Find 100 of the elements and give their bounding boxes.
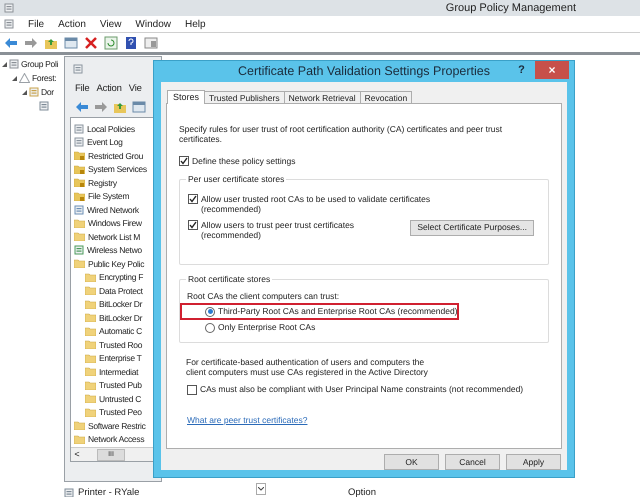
- panel-icon[interactable]: [64, 36, 78, 50]
- expand-arrow-icon[interactable]: [12, 76, 17, 80]
- menu-item[interactable]: Vie: [128, 82, 142, 96]
- checkbox-note: (recommended): [201, 230, 262, 240]
- delete-icon[interactable]: [84, 36, 98, 50]
- menu-item[interactable]: Help: [185, 16, 206, 32]
- policy-icon: [74, 124, 84, 134]
- radio-label: Only Enterprise Root CAs: [218, 321, 316, 334]
- tree-item[interactable]: Trusted Pub: [99, 381, 142, 390]
- menu-item[interactable]: View: [100, 16, 122, 32]
- tree-item[interactable]: Software Restric: [88, 422, 146, 430]
- close-button[interactable]: ×: [535, 61, 569, 79]
- locked-folder-icon: [74, 178, 85, 188]
- tree-item[interactable]: Network List M: [88, 232, 140, 241]
- folder-icon: [85, 354, 96, 363]
- select-purposes-button[interactable]: Select Certificate Purposes...: [410, 220, 534, 236]
- menu-item[interactable]: File: [75, 82, 90, 96]
- tab[interactable]: Stores: [167, 90, 206, 104]
- folder-icon: [85, 272, 96, 282]
- checkbox-label: Define these policy settings: [192, 155, 296, 168]
- list-item[interactable]: Printer - RYale: [78, 486, 140, 497]
- tree-item[interactable]: Registry: [88, 178, 117, 187]
- tree-item[interactable]: System Services: [88, 165, 147, 174]
- folder-icon: [85, 340, 96, 350]
- folder-icon: [74, 259, 85, 268]
- menu-item[interactable]: Action: [58, 16, 86, 32]
- folder-icon: [74, 434, 85, 444]
- tree-item[interactable]: File System: [88, 192, 130, 200]
- description-text: Specify rules for user trust of root certification authority (CA) certificates and peer trust certificates.: [179, 124, 504, 144]
- tab[interactable]: Network Retrieval: [284, 91, 361, 103]
- tree-item[interactable]: Windows Firew: [88, 219, 142, 228]
- dropdown-caret-icon[interactable]: [258, 487, 264, 491]
- scroll-left-button[interactable]: <: [71, 448, 83, 462]
- tab[interactable]: Trusted Publishers: [205, 91, 285, 103]
- tree-item[interactable]: Trusted Roo: [99, 340, 142, 349]
- tree-item[interactable]: Group Poli: [21, 58, 58, 70]
- tree-item[interactable]: Restricted Grou: [88, 152, 144, 160]
- tree-item[interactable]: Wireless Netwo: [87, 246, 142, 254]
- help-icon[interactable]: [124, 36, 138, 50]
- folder-icon: [85, 367, 96, 376]
- radio-group-prompt: Root CAs the client computers can trust:: [187, 290, 340, 302]
- tree-item[interactable]: Local Policies: [87, 124, 135, 133]
- tree-item[interactable]: Untrusted C: [99, 394, 142, 403]
- auth-text: For certificate-based authentication of users and computers the client computers must use CAs registered in the Active Directory: [186, 357, 429, 378]
- tree-item[interactable]: Encrypting F: [99, 273, 144, 282]
- window-title: Group Policy Management: [446, 0, 576, 16]
- tree-item[interactable]: BitLocker Dr: [99, 300, 142, 308]
- tree-item[interactable]: Public Key Polic: [88, 260, 144, 268]
- dialog-button[interactable]: Cancel: [445, 454, 500, 470]
- network-icon: [74, 204, 84, 215]
- policy-icon: [74, 137, 84, 148]
- back-arrow-icon[interactable]: [4, 36, 18, 50]
- radio-button[interactable]: [205, 306, 215, 317]
- panel-icon[interactable]: [132, 100, 146, 114]
- folder-icon: [85, 313, 96, 322]
- dialog-button[interactable]: OK: [384, 454, 439, 470]
- tree-item[interactable]: Automatic C: [99, 327, 142, 336]
- checkbox[interactable]: [188, 220, 198, 230]
- dialog-button[interactable]: Apply: [506, 454, 561, 470]
- refresh-icon[interactable]: [104, 36, 118, 50]
- checkbox-label: Allow user trusted root CAs to be used to validate certificates: [201, 194, 430, 204]
- console-icon: [9, 59, 19, 69]
- tree-item[interactable]: Trusted Peo: [99, 408, 142, 416]
- menu-item[interactable]: Window: [135, 16, 171, 32]
- folder-icon: [85, 394, 96, 404]
- tree-item[interactable]: Event Log: [87, 138, 123, 146]
- folder-icon: [85, 380, 96, 390]
- tree-item[interactable]: Intermediat: [99, 368, 138, 376]
- back-arrow-icon[interactable]: [75, 100, 89, 114]
- tab[interactable]: Revocation: [360, 91, 412, 103]
- locked-folder-icon: [74, 164, 85, 174]
- menu-item[interactable]: File: [28, 16, 44, 32]
- tree-item[interactable]: Network Access: [88, 435, 144, 444]
- expand-arrow-icon[interactable]: [22, 90, 27, 94]
- radio-button[interactable]: [205, 322, 215, 333]
- folder-icon: [85, 300, 96, 309]
- console-icon: [4, 3, 14, 13]
- checkbox[interactable]: [179, 156, 189, 166]
- tree-item[interactable]: Data Protect: [99, 286, 143, 295]
- panel-icon[interactable]: [144, 36, 158, 50]
- expand-arrow-icon[interactable]: [2, 62, 7, 66]
- checkbox[interactable]: [188, 194, 198, 204]
- group-title: Root certificate stores: [187, 272, 272, 286]
- folder-icon: [85, 286, 96, 296]
- tree-item[interactable]: Dor: [41, 86, 54, 98]
- tree-item[interactable]: Wired Network: [87, 206, 139, 214]
- help-link[interactable]: What are peer trust certificates?: [187, 414, 308, 427]
- tree-item[interactable]: Enterprise T: [99, 354, 142, 362]
- folder-up-icon[interactable]: [113, 100, 127, 114]
- column-header[interactable]: Option: [348, 486, 376, 497]
- locked-folder-icon: [74, 192, 85, 201]
- help-button[interactable]: ?: [509, 61, 534, 79]
- forward-arrow-icon[interactable]: [24, 36, 38, 50]
- menu-item[interactable]: Action: [96, 82, 122, 96]
- gpo-icon: [39, 101, 49, 111]
- checkbox[interactable]: [187, 384, 197, 395]
- group-title: Per user certificate stores: [187, 172, 286, 186]
- dialog-title: Certificate Path Validation Settings Properties: [238, 63, 490, 80]
- tree-item[interactable]: BitLocker Dr: [99, 314, 142, 322]
- tree-item[interactable]: Forest:: [32, 72, 56, 84]
